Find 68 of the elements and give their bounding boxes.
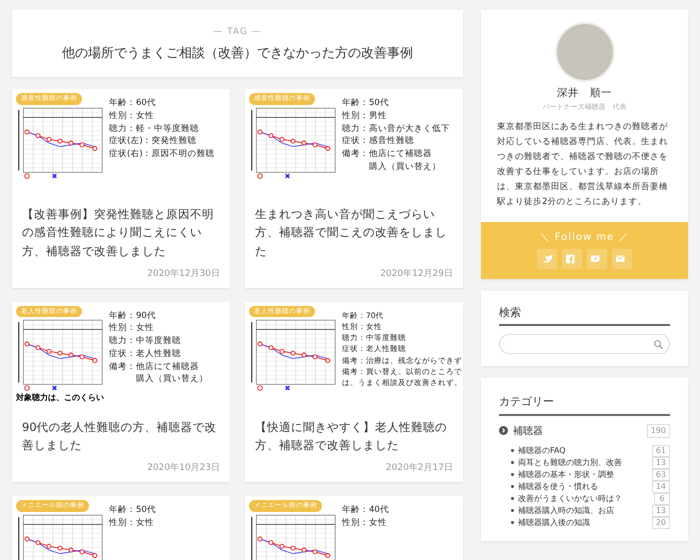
bird-icon — [541, 252, 553, 264]
subcategory-link[interactable]: 補聴器を使う・慣れる — [511, 481, 598, 492]
post-count: 13 — [652, 504, 670, 516]
post-count: 14 — [652, 480, 670, 492]
info-line: 性別：女性 — [342, 516, 388, 530]
post-count: 61 — [652, 444, 670, 456]
post-date: 2020年2月17日 — [384, 462, 454, 476]
info-line: 性別：女性 — [109, 322, 155, 336]
bullet-icon — [511, 449, 514, 452]
author-bio: 東京都墨田区にある生まれつきの難聴者が対応している補聴器専門店、代表。生まれつきの難聴者で、補聴器で難聴の不便さを改善する仕事をしています。お店の場所は、東京都墨田区、都営浅草線本所吾妻橋駅より徒歩2分のところにあります。 — [496, 121, 669, 209]
subcategory-link[interactable]: 改善がうまくいかない時は？ — [511, 493, 622, 504]
post-title[interactable]: 【快適に聞きやすく】老人性難聴の方、補聴器で改善しました — [245, 418, 463, 454]
post-count: 20 — [652, 516, 670, 528]
post-count: 6 — [654, 492, 670, 504]
info-line: 性別：女性 — [109, 110, 155, 122]
info-line: 年齢：90代 — [109, 310, 157, 322]
follow-label: ＼ Follow me ／ — [540, 230, 630, 244]
info-line: 症状(右)：原因不明の難聴 — [109, 148, 215, 161]
social-link[interactable] — [587, 248, 607, 268]
search-icon — [654, 340, 663, 348]
info-line: 年齢：60代 — [109, 97, 157, 110]
section-heading: カテゴリー — [499, 394, 670, 416]
bullet-icon — [511, 473, 514, 476]
bullet-icon — [511, 461, 514, 464]
subcategory-link[interactable]: 補聴器購入時の知識、お店 — [511, 505, 614, 516]
page-title: 他の場所でうまくご相談（改善）できなかった方の改善事例 — [61, 44, 414, 62]
chevron-circle-icon — [499, 426, 508, 434]
post-count: 190 — [646, 424, 670, 438]
info-line: 聴力：軽・中等度難聴 — [109, 122, 200, 136]
social-link[interactable] — [537, 248, 557, 268]
info-line: 年齢：50代 — [342, 97, 390, 110]
post-title[interactable]: 生まれつき高い音が聞こえづらい方、補聴器で聞こえの改善をしました — [245, 205, 463, 260]
subcategory-link[interactable]: 補聴器購入後の知識 — [511, 517, 590, 528]
bullet-icon — [511, 485, 514, 488]
info-line: 購入（買い替え） — [135, 373, 208, 386]
info-line: 聴力：中等度難聴 — [109, 335, 182, 348]
info-line: 聴力：高い音が大きく低下 — [342, 122, 450, 136]
tag-label: — TAG — — [212, 26, 263, 39]
subcategory-link[interactable]: 両耳とも難聴の聴力別、改善 — [511, 457, 622, 468]
search-field[interactable] — [499, 334, 670, 354]
section-heading: 検索 — [499, 304, 670, 326]
info-line: 性別：男性 — [342, 110, 388, 122]
info-line: 性別：女性 — [109, 516, 155, 530]
info-line: 備考：他店にて補聴器 — [109, 360, 200, 374]
info-line: 年齢：50代 — [109, 504, 156, 517]
post-title[interactable]: 90代の老人性難聴の方、補聴器で改善しました — [12, 418, 230, 454]
post-date: 2020年12月30日 — [146, 268, 221, 282]
info-line: 症状(左)：突発性難聴 — [109, 135, 198, 148]
bullet-icon — [511, 497, 514, 500]
thumbnail-caption: 対象聴力は、このくらい — [16, 393, 105, 404]
post-date: 2020年12月29日 — [379, 268, 454, 282]
bullet-icon — [511, 521, 514, 524]
author-name: 深井 順一 — [556, 86, 613, 101]
info-line: 購入（買い替え） — [368, 160, 442, 174]
info-line: 症状：感音性難聴 — [342, 135, 415, 148]
category-link[interactable]: 補聴器 — [499, 424, 543, 438]
post-count: 63 — [652, 468, 670, 480]
subcategory-link[interactable]: 補聴器の基本・形状・調整 — [511, 469, 614, 480]
social-link[interactable] — [562, 248, 582, 268]
social-link[interactable] — [612, 248, 632, 268]
post-count: 13 — [652, 456, 670, 468]
info-line: 年齢：40代 — [342, 504, 389, 517]
bullet-icon — [511, 509, 514, 512]
info-line: 備考：他店にて補聴器 — [342, 148, 433, 161]
subcategory-link[interactable]: 補聴器のFAQ — [511, 445, 566, 456]
info-line: 症状：老人性難聴 — [109, 348, 182, 361]
post-title[interactable]: 【改善事例】突発性難聴と原因不明の感音性難聴により聞こえにくい方、補聴器で改善しました — [12, 205, 230, 260]
post-date: 2020年10月23日 — [146, 462, 221, 476]
